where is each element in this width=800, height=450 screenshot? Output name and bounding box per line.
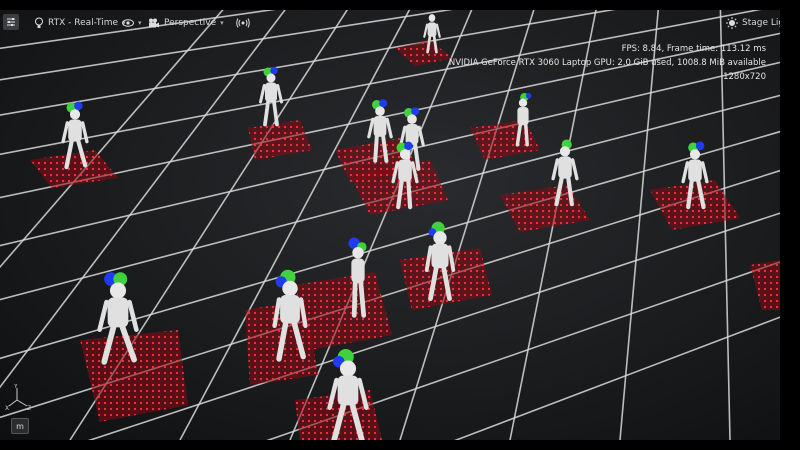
axis-z-label: Z [27, 405, 31, 410]
performance-stats: FPS: 8.84, Frame time: 113.12 ms NVIDIA … [449, 42, 766, 84]
axis-gizmo: Y X Z [5, 384, 31, 410]
pad [30, 150, 118, 188]
chevron-down-icon: ▾ [220, 19, 224, 27]
renderer-menu-button[interactable]: RTX - Real-Time ▾ [34, 14, 126, 32]
viewport-toolbar: RTX - Real-Time ▾ ▾ Perspective ▾ Stage … [0, 10, 780, 36]
gpu-memory-readout: NVIDIA GeForce RTX 3060 Laptop GPU: 2.0 … [448, 58, 766, 68]
renderer-label: RTX - Real-Time [48, 18, 119, 28]
pad [248, 120, 312, 160]
broadcast-icon [236, 18, 250, 28]
camera-menu-button[interactable]: Perspective ▾ [148, 14, 224, 32]
audio-button[interactable] [236, 14, 250, 32]
visibility-menu-button[interactable]: ▾ [122, 14, 142, 32]
3d-viewport[interactable]: RTX - Real-Time ▾ ▾ Perspective ▾ Stage … [0, 10, 780, 440]
fps-readout: FPS: 8.84, Frame time: 113.12 ms [621, 44, 766, 54]
m-button[interactable]: m [11, 418, 29, 434]
lightbulb-icon [35, 17, 43, 28]
axis-x-label: X [5, 405, 9, 410]
pad [395, 40, 452, 66]
stage-lights-button[interactable]: Stage Lights [726, 14, 780, 32]
resolution-readout: 1280x720 [723, 72, 766, 82]
pad [80, 330, 188, 422]
pad [500, 185, 590, 232]
app-frame: RTX - Real-Time ▾ ▾ Perspective ▾ Stage … [0, 0, 800, 450]
stage-lights-label: Stage Lights [742, 18, 780, 28]
viewport-settings-button[interactable] [3, 14, 19, 30]
camera-label: Perspective [164, 18, 217, 28]
axis-y-label: Y [13, 384, 18, 390]
chevron-down-icon: ▾ [138, 19, 142, 27]
sun-icon [726, 17, 738, 29]
movie-camera-icon [149, 18, 159, 28]
eye-icon [122, 19, 134, 27]
pad [470, 120, 540, 160]
settings-sliders-icon [7, 18, 15, 26]
pad [750, 260, 780, 310]
